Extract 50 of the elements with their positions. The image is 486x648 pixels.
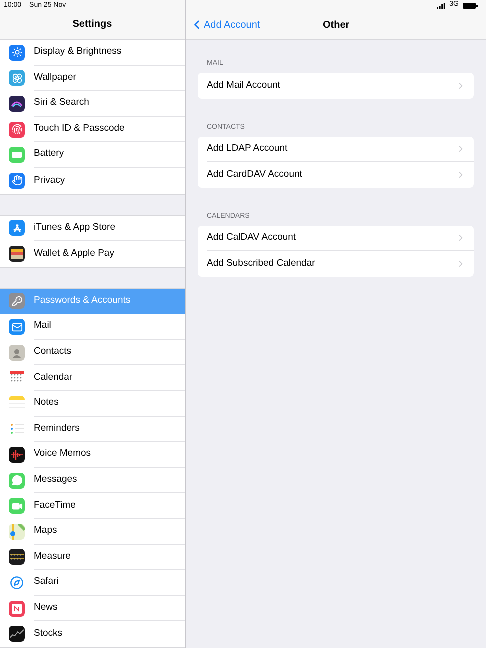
sidebar-item[interactable]: Calendar [0, 365, 185, 392]
sidebar-item[interactable]: Measure [0, 544, 185, 570]
signal-icon [436, 2, 446, 8]
sidebar-title: Settings [72, 18, 112, 32]
sidebar-item[interactable]: Mail [0, 314, 185, 340]
brightness-icon [9, 44, 25, 61]
flower-icon [9, 70, 25, 86]
map-icon [9, 524, 25, 540]
sidebar-item[interactable]: Touch ID & Passcode [0, 116, 185, 142]
swirl-icon [9, 96, 25, 112]
account-option[interactable]: Add CardDAV Account [207, 162, 474, 188]
app-store-icon [9, 220, 25, 236]
contact-card-icon [9, 344, 25, 361]
account-option[interactable]: Add CalDAV Account [207, 226, 474, 252]
envelope-icon [9, 319, 25, 336]
account-option[interactable]: Add Mail Account [207, 73, 474, 99]
sidebar-item[interactable]: Maps [0, 519, 185, 545]
battery-icon [463, 2, 478, 8]
sidebar-item[interactable]: Wallet & Apple Pay [0, 241, 185, 267]
sidebar-item[interactable]: Notes [0, 391, 185, 417]
wallet-icon [9, 246, 25, 262]
account-option[interactable]: Add LDAP Account [207, 136, 474, 162]
ruler-icon [9, 549, 25, 566]
key-icon [9, 293, 25, 310]
sidebar-item[interactable]: FaceTime [0, 493, 185, 520]
fingerprint-icon [9, 122, 25, 138]
sidebar-item[interactable]: Safari [0, 570, 185, 596]
account-option[interactable]: Add Subscribed Calendar [207, 251, 474, 277]
sidebar-item[interactable]: Siri & Search [0, 91, 185, 117]
sidebar-item[interactable]: Voice Memos [0, 442, 185, 468]
compass-icon [9, 575, 25, 592]
sidebar-item[interactable]: News [0, 596, 185, 622]
page-title: Other [323, 18, 350, 32]
back-button[interactable]: Add Account [186, 18, 260, 32]
sidebar-item[interactable]: Privacy [0, 168, 185, 194]
newspaper-icon [9, 600, 25, 617]
sidebar-item[interactable]: Battery [0, 142, 185, 168]
sidebar-item[interactable]: Messages [0, 468, 185, 494]
sidebar-item[interactable]: iTunes & App Store [0, 216, 185, 242]
sidebar-item[interactable]: Contacts [0, 340, 185, 366]
sidebar-item[interactable]: Reminders [0, 416, 185, 442]
sidebar-item[interactable]: Wallpaper [0, 66, 185, 92]
battery-icon [9, 147, 25, 164]
speech-bubble-icon [9, 472, 25, 489]
sidebar-item[interactable]: Stocks [0, 621, 185, 647]
stock-chart-icon [9, 626, 25, 642]
sidebar-item[interactable]: Display & Brightness [0, 40, 185, 66]
video-camera-icon [9, 498, 25, 514]
hand-icon [9, 172, 25, 189]
waveform-icon [9, 447, 25, 464]
